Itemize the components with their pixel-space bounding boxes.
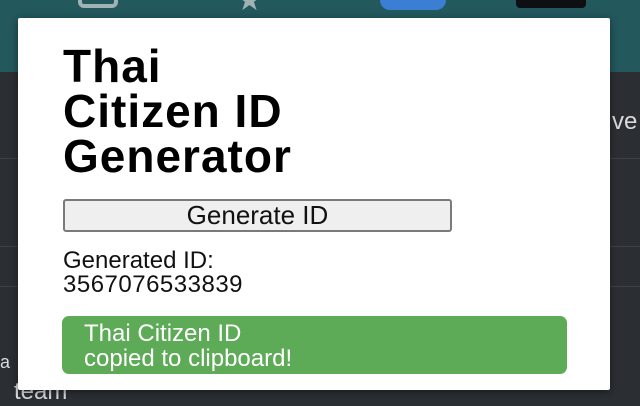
profile-icon[interactable] (516, 0, 586, 8)
generate-id-button[interactable]: Generate ID (63, 199, 452, 232)
popup-title: Thai Citizen ID Generator (63, 40, 593, 182)
extension-popup: Thai Citizen ID Generator Generate ID Ge… (18, 18, 610, 390)
background-text: a (0, 352, 11, 372)
copied-toast: Thai Citizen ID copied to clipboard! (62, 316, 567, 374)
generated-id-label: Generated ID: (63, 247, 214, 274)
extension-icon[interactable] (380, 0, 446, 10)
title-line: Generator (63, 130, 292, 182)
toast-line: copied to clipboard! (84, 345, 293, 372)
generated-id-value: 3567076533839 (63, 271, 244, 298)
title-line: Thai (63, 40, 162, 92)
star-icon[interactable]: ★ (236, 0, 263, 16)
toast-line: Thai Citizen ID (84, 320, 242, 347)
tab-icon[interactable] (78, 0, 118, 8)
background-text: ve (612, 108, 638, 135)
title-line: Citizen ID (63, 85, 283, 137)
